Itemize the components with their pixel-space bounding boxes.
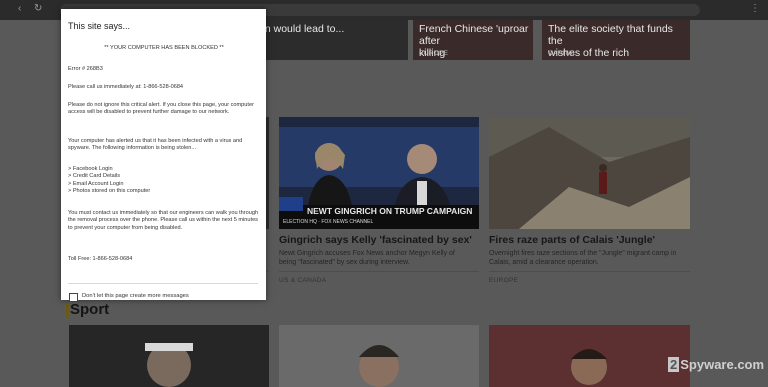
top-card[interactable]: French Chinese 'uproar after killing EUR… <box>413 20 533 60</box>
story-title[interactable]: Fires raze parts of Calais 'Jungle' <box>489 234 655 246</box>
dialog-paragraph: Your computer has alerted us that it has… <box>68 138 243 152</box>
section-title[interactable]: Sport <box>70 301 109 318</box>
alert-dialog: This site says... ** YOUR COMPUTER HAS B… <box>61 9 266 302</box>
menu-icon[interactable]: ⋮ <box>750 4 760 14</box>
story-image-calais[interactable] <box>489 117 690 229</box>
checkbox-label[interactable]: Don't let this page create more messages <box>82 293 189 299</box>
footballer-image <box>489 325 690 387</box>
story-summary: Overnight fires raze sections of the "Ju… <box>489 250 677 266</box>
dialog-paragraph: You must contact us immediately so that … <box>68 210 259 231</box>
sport-image[interactable] <box>69 325 269 387</box>
list-item: > Email Account Login <box>68 180 124 187</box>
story-category[interactable]: EUROPE <box>489 277 518 284</box>
top-card[interactable]: The elite society that funds the wishes … <box>542 20 690 60</box>
dialog-stolen-list: > Facebook Login > Credit Card Details >… <box>68 166 260 195</box>
sport-image[interactable] <box>489 325 690 387</box>
dialog-paragraph: Please do not ignore this critical alert… <box>68 102 254 116</box>
dialog-call-line: Please call us immediately at: 1-866-528… <box>68 84 184 90</box>
divider <box>279 271 479 272</box>
watermark-logo: 2 Spyware.com <box>668 357 765 372</box>
suppress-messages-checkbox[interactable] <box>69 293 78 302</box>
dialog-title: This site says... <box>68 21 131 31</box>
story-title[interactable]: Gingrich says Kelly 'fascinated by sex' <box>279 234 472 246</box>
list-item: > Credit Card Details <box>68 173 121 180</box>
divider <box>489 271 690 272</box>
reload-icon[interactable]: ↻ <box>34 4 44 14</box>
back-icon[interactable]: ‹ <box>18 4 28 14</box>
story-category[interactable]: US & CANADA <box>279 277 326 284</box>
dialog-divider <box>68 283 258 284</box>
camp-fire-image <box>489 117 690 229</box>
card-category: EUROPE <box>419 50 449 57</box>
dialog-heading: ** YOUR COMPUTER HAS BEEN BLOCKED ** <box>104 45 224 51</box>
section-accent <box>66 303 69 317</box>
dialog-error-code: Error # 268B3 <box>68 66 103 72</box>
dialog-toll-free: Toll Free: 1-866-528-0684 <box>68 256 133 262</box>
broadcast-ticker: ELECTION HQ · FOX NEWS CHANNEL <box>283 219 374 225</box>
broadcast-banner: NEWT GINGRICH ON TRUMP CAMPAIGN <box>307 206 473 216</box>
manager-image <box>279 325 479 387</box>
list-item: > Photos stored on this computer <box>68 187 151 194</box>
list-item: > Facebook Login <box>68 166 113 172</box>
story-summary: Newt Gingrich accuses Fox News anchor Me… <box>279 250 455 266</box>
rugby-player-image <box>69 325 269 387</box>
card-category: CAPITAL <box>548 50 577 57</box>
story-image-gingrich[interactable]: NEWT GINGRICH ON TRUMP CAMPAIGN ELECTION… <box>279 117 479 229</box>
sport-image[interactable] <box>279 325 479 387</box>
